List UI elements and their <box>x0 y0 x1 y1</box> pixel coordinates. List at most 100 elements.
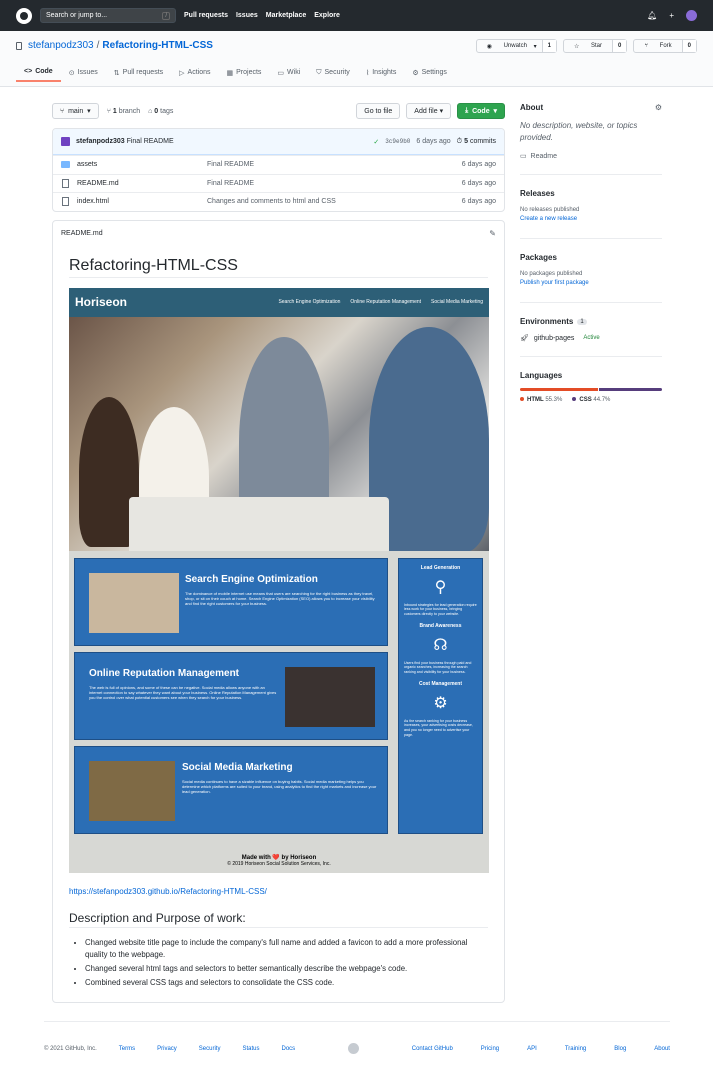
tab-code[interactable]: <> Code <box>16 68 61 82</box>
repo-name[interactable]: Refactoring-HTML-CSS <box>102 40 213 51</box>
card-image <box>285 666 375 727</box>
file-row[interactable]: index.html Changes and comments to html … <box>53 192 504 211</box>
tags-link[interactable]: ⌂ 0 tags <box>148 108 173 115</box>
graph-icon: ⌇ <box>365 69 370 77</box>
tab-issues[interactable]: ⊙ Issues <box>61 68 106 82</box>
footer-link-api[interactable]: API <box>527 1046 537 1052</box>
tab-label: Actions <box>187 69 211 76</box>
footer-link-pricing[interactable]: Pricing <box>481 1046 499 1052</box>
deployed-link[interactable]: https://stefanpodz303.github.io/Refactor… <box>69 887 267 896</box>
tab-settings[interactable]: ⚙ Settings <box>404 68 455 82</box>
repo-icon <box>16 41 22 50</box>
fork-button[interactable]: ⑂ Fork 0 <box>633 39 697 53</box>
footer-link-privacy[interactable]: Privacy <box>157 1046 177 1052</box>
hero-image <box>69 316 489 551</box>
packages-title[interactable]: Packages <box>520 253 662 262</box>
commits-link[interactable]: ⏱ 5 commits <box>457 138 496 146</box>
environments-title-text: Environments <box>520 317 574 326</box>
language-item[interactable]: CSS 44.7% <box>572 397 610 403</box>
footer-link-terms[interactable]: Terms <box>119 1046 135 1052</box>
file-name[interactable]: README.md <box>77 180 207 187</box>
avatar[interactable] <box>61 137 70 146</box>
github-mark-icon[interactable] <box>347 1043 359 1054</box>
footer-link-status[interactable]: Status <box>242 1046 259 1052</box>
file-row[interactable]: assets Final README 6 days ago <box>53 155 504 174</box>
tab-insights[interactable]: ⌇ Insights <box>358 68 405 82</box>
branch-bar: ⑂ main ▾ ⑂ 1 branch ⌂ 0 tags Go to file … <box>52 103 505 119</box>
environment-name[interactable]: github-pages <box>534 335 574 342</box>
go-to-file-button[interactable]: Go to file <box>356 103 401 119</box>
footer-link-training[interactable]: Training <box>565 1046 586 1052</box>
tab-wiki[interactable]: ▭ Wiki <box>269 68 308 82</box>
file-commit-message[interactable]: Final README <box>207 161 254 168</box>
footer-link-about[interactable]: About <box>654 1046 670 1052</box>
environment-item[interactable]: 🚀︎ github-pages Active <box>520 334 662 343</box>
fork-count[interactable]: 0 <box>681 40 696 52</box>
create-release-link[interactable]: Create a new release <box>520 215 662 224</box>
unwatch-button[interactable]: ◉ Unwatch ▾ 1 <box>475 39 557 53</box>
repo-owner[interactable]: stefanpodz303 <box>28 40 94 51</box>
tab-security[interactable]: ⛉ Security <box>308 68 358 82</box>
fork-icon: ⑂ <box>644 43 650 49</box>
readme-link[interactable]: ▭ Readme <box>520 152 662 160</box>
branch-select[interactable]: ⑂ main ▾ <box>52 103 99 119</box>
avatar[interactable] <box>686 10 697 21</box>
tab-projects[interactable]: ▦ Projects <box>219 68 270 82</box>
star-button[interactable]: ☆ Star 0 <box>562 39 628 53</box>
file-commit-message[interactable]: Changes and comments to html and CSS <box>207 198 336 205</box>
benefit-title: Cost Management <box>418 680 463 687</box>
file-browser: stefanpodz303 Final README ✓ 3c9e9b0 6 d… <box>52 128 505 212</box>
releases-title[interactable]: Releases <box>520 189 662 198</box>
language-bar-segment[interactable] <box>598 388 662 391</box>
tab-pull-requests[interactable]: ⇅ Pull requests <box>106 68 171 82</box>
branches-link[interactable]: ⑂ 1 branch <box>107 108 140 115</box>
benefit-text: As the search ranking for your business … <box>404 718 473 737</box>
commit-message[interactable]: Final README <box>127 138 174 145</box>
file-actions: Go to file Add file ▾ ⤓ Code ▾ <box>356 103 505 119</box>
site-nav-item: Online Reputation Management <box>350 299 422 305</box>
bell-icon[interactable]: 🔔︎ <box>647 11 657 20</box>
tags-count: 0 <box>154 107 159 115</box>
code-button[interactable]: ⤓ Code ▾ <box>457 103 505 119</box>
issue-icon: ⊙ <box>68 69 75 77</box>
benefit-title: Lead Generation <box>420 564 461 571</box>
footer-link-docs[interactable]: Docs <box>282 1046 296 1052</box>
environments-title[interactable]: Environments 1 <box>520 317 662 326</box>
commit-author[interactable]: stefanpodz303 <box>76 138 125 145</box>
github-logo-icon[interactable] <box>16 7 32 24</box>
content-cards: Search Engine Optimization The dominance… <box>74 557 388 840</box>
nav-marketplace[interactable]: Marketplace <box>266 12 306 19</box>
footer-link-blog[interactable]: Blog <box>614 1046 626 1052</box>
add-file-button[interactable]: Add file ▾ <box>406 103 452 119</box>
publish-package-link[interactable]: Publish your first package <box>520 279 662 288</box>
shield-icon: ⛉ <box>316 68 322 76</box>
commit-count: 5 <box>464 137 468 145</box>
language-item[interactable]: HTML 55.3% <box>520 397 562 403</box>
footer-link-contact[interactable]: Contact GitHub <box>412 1046 453 1052</box>
file-name[interactable]: index.html <box>77 198 207 205</box>
nav-pull-requests[interactable]: Pull requests <box>184 12 228 19</box>
languages-title: Languages <box>520 371 563 380</box>
watch-count[interactable]: 1 <box>541 40 556 52</box>
branches-label: branch <box>118 107 141 115</box>
eye-icon: ◉ <box>486 43 494 50</box>
file-name[interactable]: assets <box>77 161 207 168</box>
footer-link-security[interactable]: Security <box>199 1046 221 1052</box>
pencil-icon[interactable]: ✎ <box>489 229 496 238</box>
language-bar-segment[interactable] <box>520 388 598 391</box>
nav-explore[interactable]: Explore <box>314 12 340 19</box>
nav-issues[interactable]: Issues <box>236 12 258 19</box>
tab-actions[interactable]: ▷ Actions <box>171 68 218 82</box>
commit-sha[interactable]: 3c9e9b0 <box>385 138 410 146</box>
file-row[interactable]: README.md Final README 6 days ago <box>53 173 504 193</box>
readme-link-label: Readme <box>530 153 557 160</box>
benefit-text: Inbound strategies for lead generation r… <box>404 602 477 616</box>
file-icon <box>62 178 69 188</box>
plus-icon[interactable]: + <box>669 11 674 20</box>
about-title: About ⚙ <box>520 103 662 112</box>
star-count[interactable]: 0 <box>612 40 627 52</box>
file-commit-message[interactable]: Final README <box>207 180 254 187</box>
card-title: Social Media Marketing <box>182 761 293 773</box>
gear-icon[interactable]: ⚙ <box>655 103 662 112</box>
search-input[interactable]: Search or jump to... / <box>40 8 176 23</box>
